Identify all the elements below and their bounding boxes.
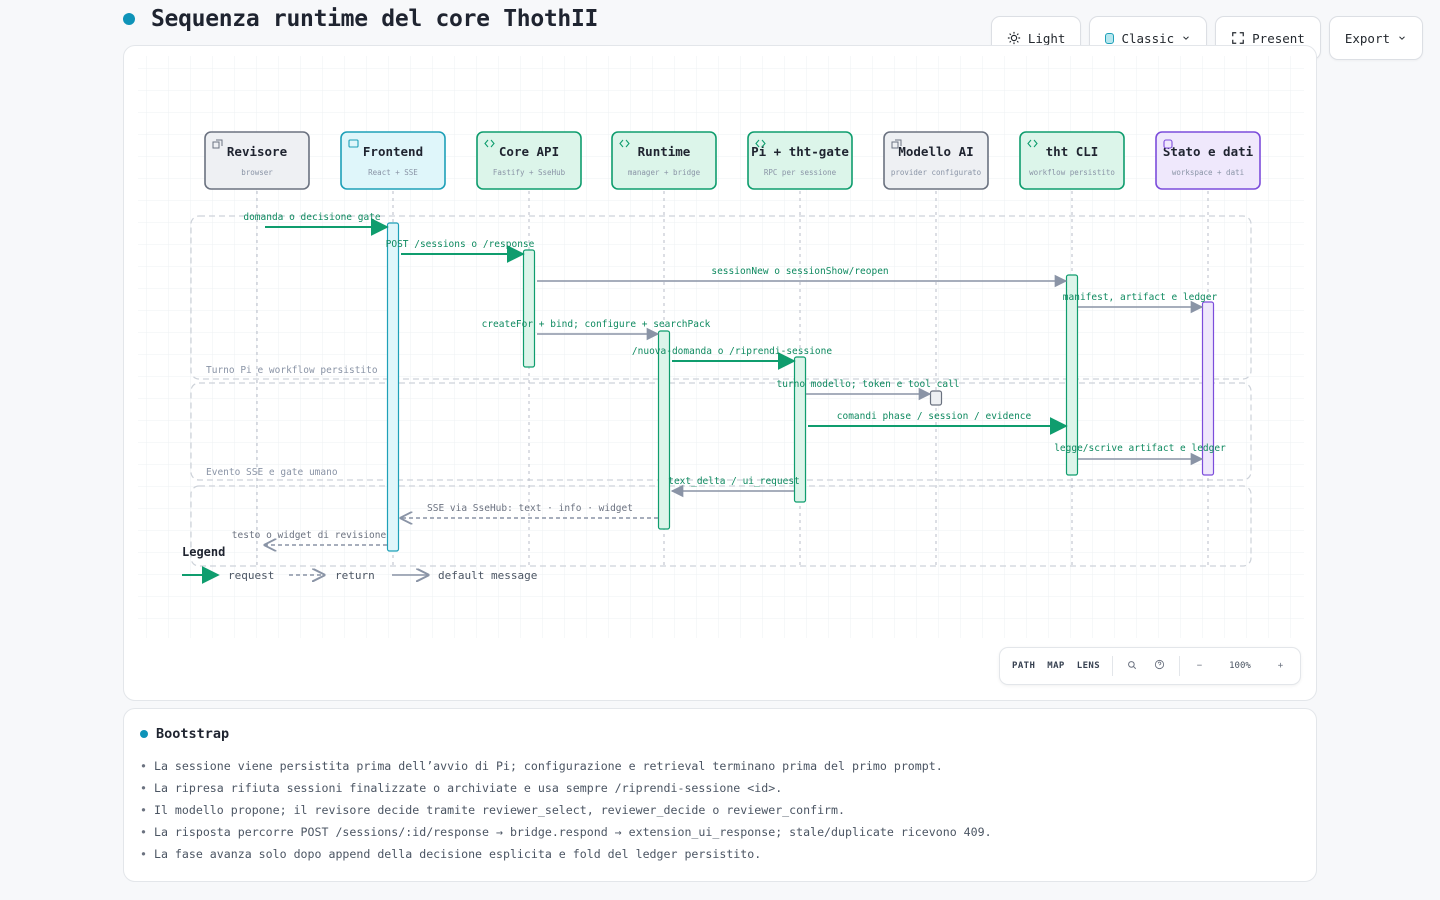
zoom-controls: PATH MAP LENS − 100% + xyxy=(999,647,1301,685)
path-button[interactable]: PATH xyxy=(1006,661,1041,671)
map-button[interactable]: MAP xyxy=(1041,661,1070,671)
participant-name: Frontend xyxy=(363,144,423,159)
page-header: Sequenza runtime del core ThothII xyxy=(123,6,598,32)
zoom-out-button[interactable]: − xyxy=(1186,661,1213,671)
message-label: testo o widget di revisione xyxy=(232,530,387,541)
help-icon[interactable] xyxy=(1146,659,1173,673)
participant-subtitle: provider configurato xyxy=(891,168,982,177)
style-label: Classic xyxy=(1121,30,1175,46)
participant-name: Core API xyxy=(499,144,559,159)
note-item: La ripresa rifiuta sessioni finalizzate … xyxy=(140,777,1300,799)
message-label: legge/scrive artifact e ledger xyxy=(1054,443,1226,454)
message-label: SSE via SseHub: text · info · widget xyxy=(427,503,633,514)
chevron-down-icon xyxy=(1399,36,1405,40)
participant-name: Stato e dati xyxy=(1163,144,1254,159)
note-item: La sessione viene persistita prima dell’… xyxy=(140,755,1300,777)
participant-subtitle: workflow persistito xyxy=(1029,168,1115,177)
participant-box xyxy=(883,131,989,190)
participant-subtitle: React + SSE xyxy=(368,168,418,177)
legend-request-label: request xyxy=(228,569,274,582)
export-label: Export xyxy=(1344,30,1390,46)
activation-bar xyxy=(657,330,671,530)
activation-bar xyxy=(522,249,536,368)
participant-frontend: Frontend React + SSE xyxy=(340,131,446,190)
participant-box xyxy=(204,131,310,190)
notes-dot xyxy=(140,730,148,738)
notes-title: Bootstrap xyxy=(156,726,230,742)
participant-subtitle: Fastify + SseHub xyxy=(493,168,566,177)
zoom-level: 100% xyxy=(1229,661,1251,671)
participant-cli: tht CLI workflow persistito xyxy=(1019,131,1125,190)
participant-subtitle: manager + bridge xyxy=(628,168,701,177)
export-button[interactable]: Export xyxy=(1328,16,1423,60)
participant-subtitle: RPC per sessione xyxy=(764,168,837,177)
zoom-in-button[interactable]: + xyxy=(1267,661,1294,671)
participant-name: Modello AI xyxy=(898,144,973,159)
participant-stato: Stato e dati workspace + dati xyxy=(1155,131,1261,190)
participant-runtime: Runtime manager + bridge xyxy=(611,131,717,190)
participant-box xyxy=(747,131,853,190)
notes-list: La sessione viene persistita prima dell’… xyxy=(140,755,1300,865)
present-label: Present xyxy=(1252,30,1305,46)
message-label: text_delta / ui_request xyxy=(668,476,800,487)
search-icon[interactable] xyxy=(1119,660,1146,673)
notes-card: Bootstrap La sessione viene persistita p… xyxy=(123,708,1317,882)
activation-bar xyxy=(386,222,400,552)
note-item: La risposta percorre POST /sessions/:id/… xyxy=(140,821,1300,843)
divider xyxy=(1112,656,1113,676)
participant-name: Revisore xyxy=(227,144,288,159)
fullscreen-icon xyxy=(1232,32,1245,44)
participant-box xyxy=(611,131,717,190)
database-icon xyxy=(1163,139,1173,149)
participant-name: Runtime xyxy=(638,144,691,159)
message-label: domanda o decisione gate xyxy=(243,212,381,223)
participant-name: Pi + tht-gate xyxy=(751,144,849,159)
note-item: La fase avanza solo dopo append della de… xyxy=(140,843,1300,865)
message-label: turno modello; token e tool call xyxy=(776,379,959,390)
message-label: createFor + bind; configure + searchPack xyxy=(482,319,711,330)
message-label: manifest, artifact e ledger xyxy=(1063,292,1218,303)
participant-subtitle: workspace + dati xyxy=(1172,168,1244,177)
divider xyxy=(1179,656,1180,676)
notes-header: Bootstrap xyxy=(140,726,1300,742)
participant-revisore: Revisore browser xyxy=(204,131,310,190)
diagram-card: Turno Pi e workflow persistito Evento SSE… xyxy=(123,45,1317,701)
message-label: POST /sessions o /response xyxy=(386,239,535,250)
lens-button[interactable]: LENS xyxy=(1071,661,1106,671)
theme-label: Light xyxy=(1027,30,1066,46)
legend-return-label: return xyxy=(335,569,375,582)
message-label: comandi phase / session / evidence xyxy=(837,411,1032,422)
group-label: Turno Pi e workflow persistito xyxy=(206,365,378,376)
sun-icon xyxy=(1007,31,1020,45)
chevron-down-icon xyxy=(1183,36,1189,40)
participant-name: tht CLI xyxy=(1046,144,1099,159)
participant-core: Core API Fastify + SseHub xyxy=(476,131,582,190)
participant-modello: Modello AI provider configurato xyxy=(883,131,989,190)
group-label: Evento SSE e gate umano xyxy=(206,467,338,478)
participant-box xyxy=(1019,131,1125,190)
participant-subtitle: browser xyxy=(241,168,273,177)
activation-bar xyxy=(929,390,943,406)
legend-title: Legend xyxy=(182,545,225,559)
legend-default-label: default message xyxy=(438,569,537,582)
page-title: Sequenza runtime del core ThothII xyxy=(151,6,599,32)
style-swatch xyxy=(1105,32,1115,44)
sequence-diagram[interactable]: Turno Pi e workflow persistito Evento SSE… xyxy=(124,46,1317,701)
participant-box xyxy=(476,131,582,190)
title-dot xyxy=(123,13,135,25)
participant-pi: Pi + tht-gate RPC per sessione xyxy=(747,131,853,190)
note-item: Il modello propone; il revisore decide t… xyxy=(140,799,1300,821)
message-label: sessionNew o sessionShow/reopen xyxy=(711,266,888,277)
message-label: /nuova-domanda o /riprendi-sessione xyxy=(632,346,832,357)
